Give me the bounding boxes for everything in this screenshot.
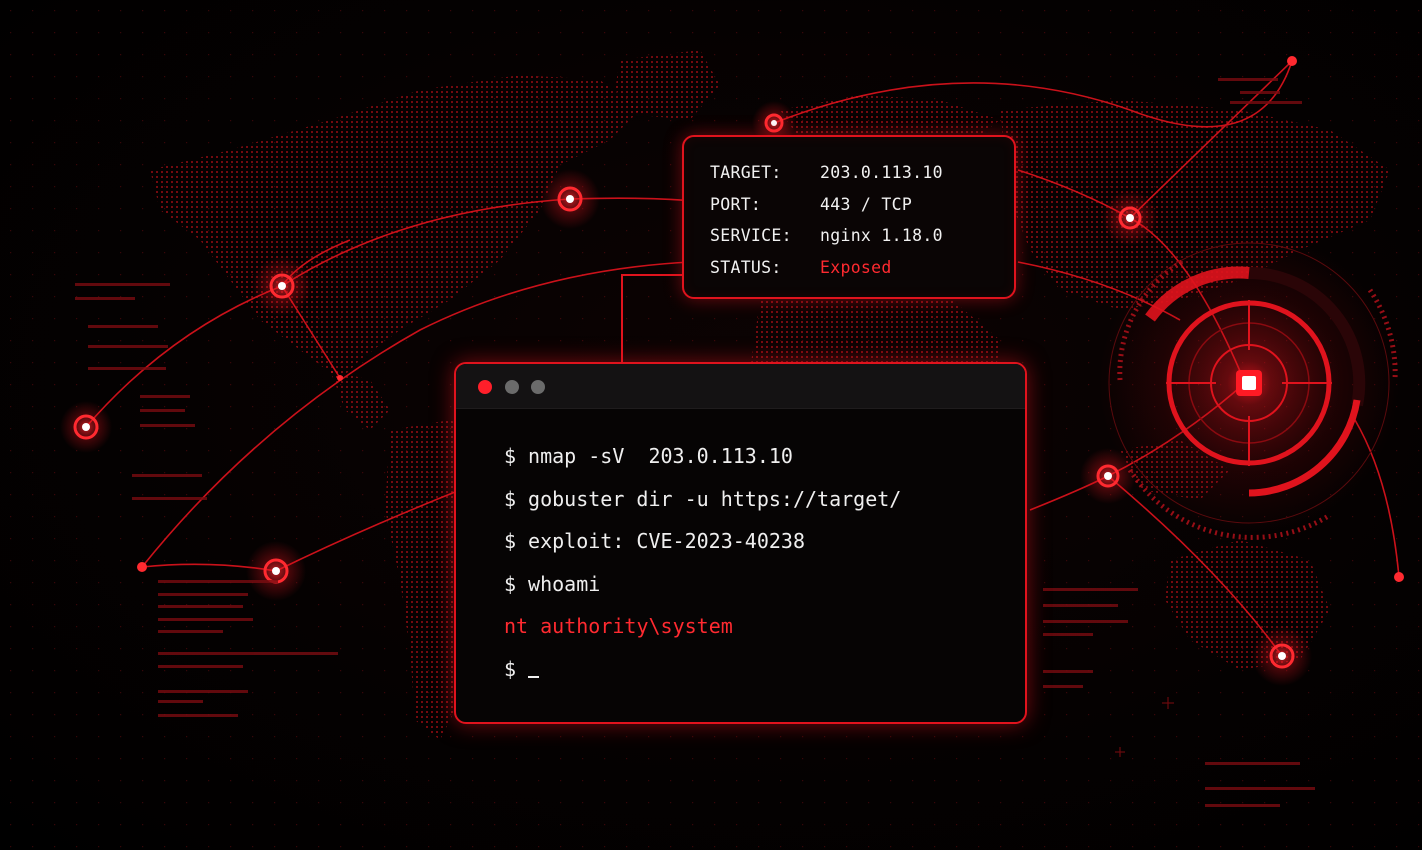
command-text: nmap -sV 203.0.113.10: [528, 444, 793, 469]
info-row-port: PORT: 443 / TCP: [710, 189, 1014, 221]
location-marker-icon: [252, 256, 312, 316]
terminal-command-line: $ nmap -sV 203.0.113.10: [504, 435, 1025, 478]
terminal-output-line: nt authority\system: [504, 605, 1025, 648]
text-cursor: [528, 675, 540, 678]
location-marker-icon: [1102, 190, 1158, 246]
service-value: nginx 1.18.0: [820, 226, 943, 246]
port-value: 443 / TCP: [820, 194, 913, 214]
window-maximize-dot[interactable]: [531, 380, 545, 394]
status-value: Exposed: [820, 257, 892, 277]
terminal-window[interactable]: $ nmap -sV 203.0.113.10 $ gobuster dir -u …: [454, 362, 1027, 724]
location-marker-icon: [540, 169, 600, 229]
prompt-symbol: $: [504, 571, 517, 596]
prompt-symbol: $: [504, 529, 517, 554]
terminal-body[interactable]: $ nmap -sV 203.0.113.10 $ gobuster dir -u …: [456, 409, 1025, 690]
terminal-command-line: $ gobuster dir -u https://target/: [504, 478, 1025, 521]
window-close-dot[interactable]: [478, 380, 492, 394]
command-text: whoami: [528, 571, 601, 596]
prompt-symbol: $: [504, 444, 517, 469]
window-minimize-dot[interactable]: [505, 380, 519, 394]
info-row-target: TARGET: 203.0.113.10: [710, 157, 1014, 189]
prompt-symbol: $: [504, 656, 517, 681]
info-key: SERVICE:: [710, 226, 792, 246]
info-row-service: SERVICE: nginx 1.18.0: [710, 220, 1014, 252]
terminal-title-bar[interactable]: [456, 364, 1025, 409]
location-marker-icon: [60, 401, 112, 453]
command-text: gobuster dir -u https://target/: [528, 486, 902, 511]
location-marker-icon: [1080, 448, 1136, 504]
command-text: exploit: CVE-2023-40238: [528, 529, 805, 554]
target-ip-value: 203.0.113.10: [820, 163, 943, 183]
location-marker-icon: [1252, 626, 1312, 686]
terminal-command-line: $ whoami: [504, 563, 1025, 606]
hacker-world-map-scene: TARGET: 203.0.113.10 PORT: 443 / TCP SER…: [0, 0, 1422, 850]
terminal-command-line: $ exploit: CVE-2023-40238: [504, 520, 1025, 563]
info-key: STATUS:: [710, 257, 782, 277]
target-info-card: TARGET: 203.0.113.10 PORT: 443 / TCP SER…: [682, 135, 1016, 299]
location-marker-icon: [246, 541, 306, 601]
info-key: TARGET:: [710, 163, 782, 183]
prompt-symbol: $: [504, 486, 517, 511]
node-dot: [337, 375, 343, 381]
info-row-status: STATUS: Exposed: [710, 252, 1014, 284]
output-text: nt authority\system: [504, 614, 733, 639]
terminal-input-line[interactable]: $: [504, 648, 1025, 691]
info-key: PORT:: [710, 194, 762, 214]
node-dot: [1394, 572, 1404, 582]
node-dot: [1287, 56, 1297, 66]
crosshair-target-icon: [1099, 233, 1399, 533]
node-dot: [137, 562, 147, 572]
